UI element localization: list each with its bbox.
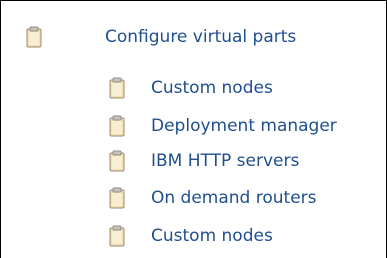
tree-item-label: On demand routers bbox=[151, 188, 317, 208]
clipboard-icon bbox=[109, 115, 125, 137]
tree-item-custom-nodes[interactable]: Custom nodes bbox=[108, 224, 273, 248]
clipboard-icon bbox=[26, 26, 42, 48]
tree-item-on-demand-routers[interactable]: On demand routers bbox=[108, 186, 317, 210]
clipboard-icon bbox=[109, 77, 125, 99]
tree-panel: Configure virtual parts Custom nodes Dep… bbox=[0, 0, 387, 258]
tree-item-deployment-manager[interactable]: Deployment manager bbox=[108, 114, 337, 138]
clipboard-icon bbox=[109, 225, 125, 247]
tree-item-custom-nodes[interactable]: Custom nodes bbox=[108, 76, 273, 100]
tree-item-label: Deployment manager bbox=[151, 116, 337, 136]
tree-item-label: Custom nodes bbox=[151, 78, 273, 98]
tree-item-configure-virtual-parts[interactable]: Configure virtual parts bbox=[25, 25, 296, 49]
clipboard-icon bbox=[109, 150, 125, 172]
tree-item-ibm-http-servers[interactable]: IBM HTTP servers bbox=[108, 149, 299, 173]
tree-item-label: Custom nodes bbox=[151, 226, 273, 246]
tree-item-label: IBM HTTP servers bbox=[151, 151, 300, 171]
tree-item-label: Configure virtual parts bbox=[105, 27, 297, 47]
clipboard-icon bbox=[109, 187, 125, 209]
